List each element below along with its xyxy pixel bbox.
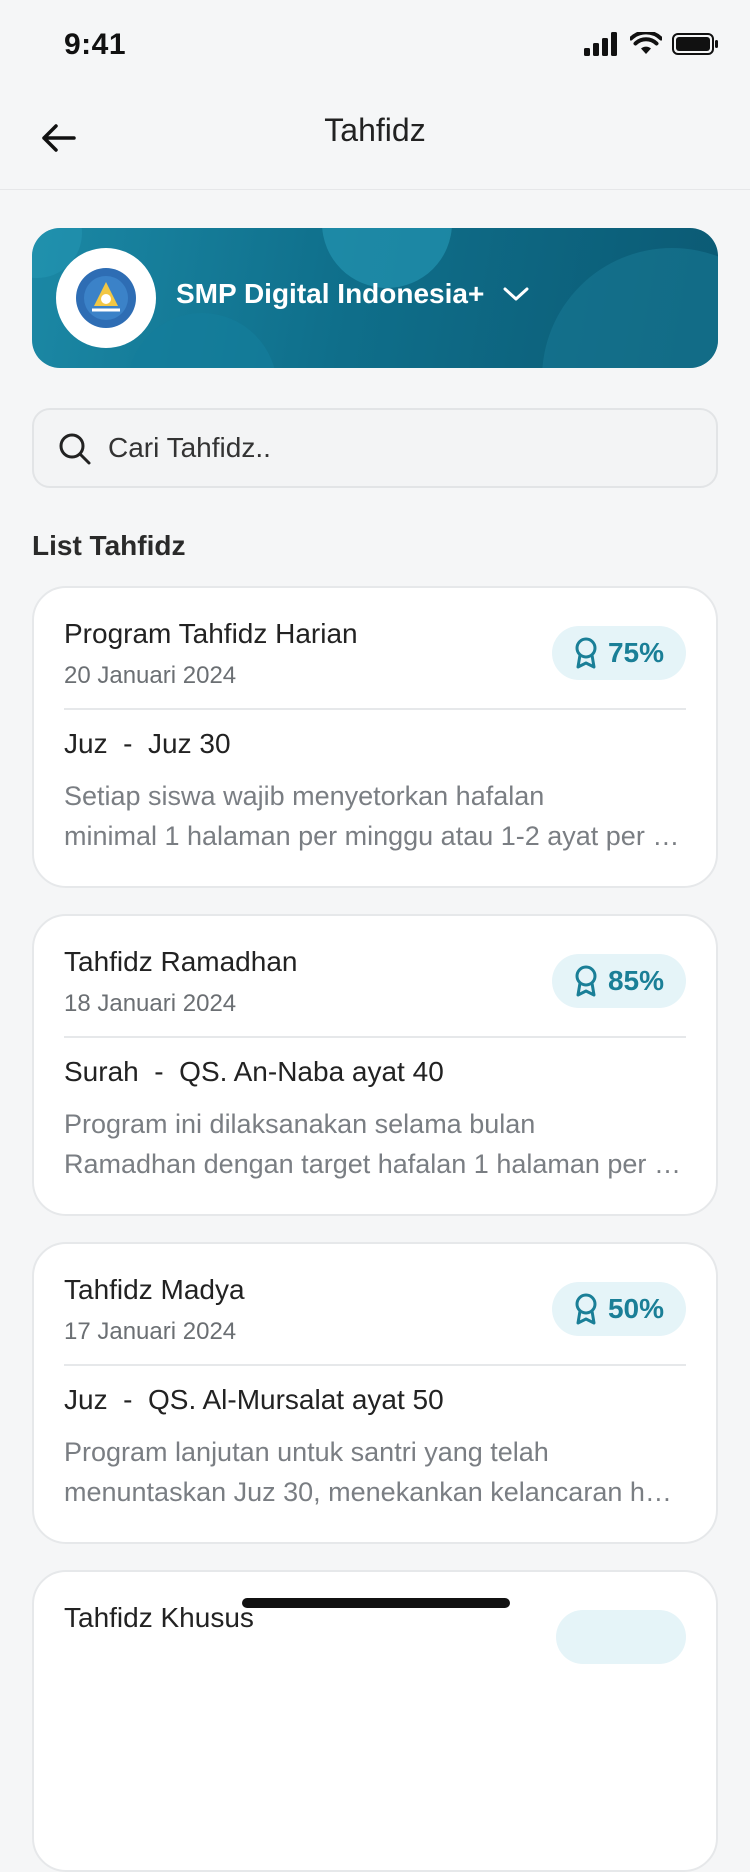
- status-bar: 9:41: [0, 0, 750, 92]
- tahfidz-card[interactable]: Program Tahfidz Harian 20 Januari 2024 7…: [32, 586, 718, 888]
- card-target: Juz - Juz 30: [64, 728, 231, 759]
- wifi-icon: [630, 32, 662, 54]
- signal-icon: [584, 32, 617, 56]
- school-logo: [56, 248, 156, 348]
- home-indicator: [242, 1598, 510, 1608]
- card-date: 20 Januari 2024: [64, 662, 237, 689]
- search-box[interactable]: [32, 408, 718, 488]
- progress-value: 85%: [607, 965, 664, 996]
- banner-decoration: [542, 248, 718, 368]
- progress-badge: 75%: [551, 626, 686, 680]
- section-title: List Tahfidz: [32, 530, 186, 561]
- school-name: SMP Digital Indonesia+: [176, 278, 485, 309]
- card-divider: [64, 708, 686, 710]
- card-title: Tahfidz Khusus: [64, 1602, 254, 1633]
- card-description-line: menuntaskan Juz 30, menekankan kelancara…: [64, 1477, 684, 1507]
- progress-value: 75%: [607, 637, 664, 668]
- progress-value: 50%: [607, 1293, 664, 1324]
- card-description-line: minimal 1 halaman per minggu atau 1-2 ay…: [64, 821, 684, 851]
- chevron-down-icon[interactable]: [502, 284, 530, 304]
- tahfidz-card[interactable]: Tahfidz Khusus: [32, 1570, 718, 1872]
- page-title: Tahfidz: [324, 112, 426, 148]
- card-description-line: Ramadhan dengan target hafalan 1 halaman…: [64, 1149, 684, 1179]
- award-icon: [575, 637, 597, 669]
- school-selector[interactable]: SMP Digital Indonesia+: [32, 228, 718, 368]
- card-description: Program lanjutan untuk santri yang telah…: [64, 1432, 684, 1512]
- status-time: 9:41: [64, 28, 127, 61]
- card-divider: [64, 1036, 686, 1038]
- progress-badge: 50%: [551, 1282, 686, 1336]
- card-description-line: Program lanjutan untuk santri yang telah: [64, 1437, 549, 1467]
- card-date: 18 Januari 2024: [64, 990, 237, 1017]
- status-icons: [584, 32, 720, 56]
- card-target: Surah - QS. An-Naba ayat 40: [64, 1056, 444, 1087]
- school-logo-icon: [76, 268, 136, 328]
- battery-icon: [672, 33, 718, 55]
- card-title: Program Tahfidz Harian: [64, 618, 358, 649]
- progress-badge: 85%: [551, 954, 686, 1008]
- nav-bar: Tahfidz: [0, 92, 750, 190]
- progress-badge: [556, 1610, 686, 1664]
- card-description-line: Setiap siswa wajib menyetorkan hafalan: [64, 781, 545, 811]
- card-date: 17 Januari 2024: [64, 1318, 237, 1345]
- card-target: Juz - QS. Al-Mursalat ayat 50: [64, 1384, 444, 1415]
- tahfidz-card[interactable]: Tahfidz Ramadhan 18 Januari 2024 85% Sur…: [32, 914, 718, 1216]
- card-divider: [64, 1364, 686, 1366]
- card-description-line: Program ini dilaksanakan selama bulan: [64, 1109, 536, 1139]
- award-icon: [575, 1293, 597, 1325]
- award-icon: [575, 965, 597, 997]
- card-title: Tahfidz Ramadhan: [64, 946, 298, 977]
- card-description: Setiap siswa wajib menyetorkan hafalan m…: [64, 776, 684, 856]
- search-icon: [59, 433, 91, 465]
- card-title: Tahfidz Madya: [64, 1274, 245, 1305]
- card-description: Program ini dilaksanakan selama bulan Ra…: [64, 1104, 684, 1184]
- tahfidz-card[interactable]: Tahfidz Madya 17 Januari 2024 50% Juz - …: [32, 1242, 718, 1544]
- search-input[interactable]: [108, 424, 688, 472]
